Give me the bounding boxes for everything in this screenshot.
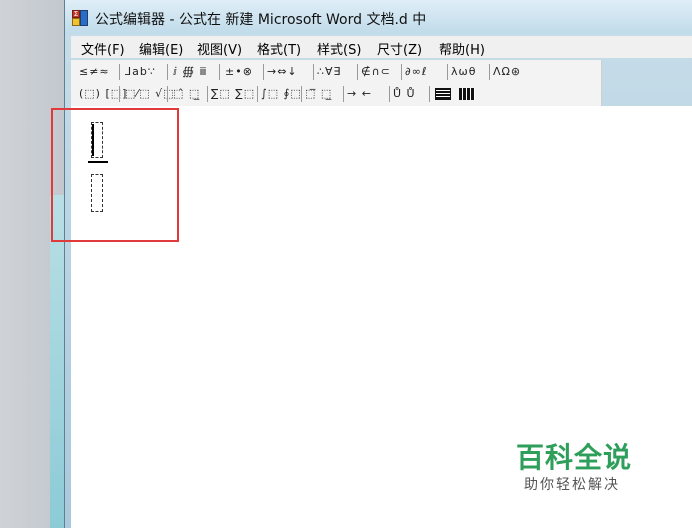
logical-symbols-button[interactable]: ∴∀∃ <box>317 63 341 81</box>
summation-templates-button[interactable]: ∑⬚ ∑⬚ <box>211 85 255 103</box>
toolbar-separator <box>119 86 120 102</box>
arrow-symbols-button[interactable]: →⇔↓ <box>267 63 298 81</box>
matrix-templates-button[interactable] <box>459 85 475 103</box>
menu-format[interactable]: 格式(T) <box>257 39 301 58</box>
toolbar-separator <box>389 86 390 102</box>
subscript-superscript-templates-button[interactable]: ⬚̂ ⬚̲ <box>173 85 200 103</box>
toolbar-separator <box>313 64 314 80</box>
set-theory-symbols-button[interactable]: ∉∩⊂ <box>361 63 391 81</box>
window-title: 公式编辑器 - 公式在 新建 Microsoft Word 文档.d 中 <box>95 12 427 28</box>
menu-size[interactable]: 尺寸(Z) <box>377 39 422 58</box>
red-highlight-box <box>51 108 179 242</box>
menu-help[interactable]: 帮助(H) <box>439 39 485 58</box>
toolbar-separator <box>219 64 220 80</box>
toolbar-separator <box>401 64 402 80</box>
watermark-subtitle: 助你轻松解决 <box>524 477 620 493</box>
integral-templates-button[interactable]: ∫⬚ ∮⬚ <box>261 85 302 103</box>
greek-uppercase-button[interactable]: ΛΩ⊛ <box>493 63 521 81</box>
equation-editor-app-icon: Σ <box>72 10 88 26</box>
menu-style[interactable]: 样式(S) <box>317 39 361 58</box>
labeled-arrow-templates-button[interactable]: → ← <box>347 85 372 103</box>
toolbar-separator <box>343 86 344 102</box>
greek-lowercase-button[interactable]: λωθ <box>451 63 476 81</box>
spaces-ellipses-button[interactable]: ⅃ab∵ <box>125 63 156 81</box>
operator-symbols-button[interactable]: ±•⊗ <box>225 63 253 81</box>
matrix-row-templates-button[interactable] <box>435 85 451 103</box>
fence-templates-button[interactable]: (⬚) [⬚] <box>79 85 127 103</box>
toolbar-separator <box>489 64 490 80</box>
relational-symbols-button[interactable]: ≤≠≈ <box>79 63 110 81</box>
embellishments-button[interactable]: ⅈ ∰ ⅲ <box>173 63 208 81</box>
misc-symbols-button[interactable]: ∂∞ℓ <box>405 63 427 81</box>
watermark-title: 百科全说 <box>516 441 633 474</box>
matrix-row-icon <box>435 88 451 100</box>
underbar-overbar-templates-button[interactable]: ⬚̅ ⬚̲ <box>305 85 332 103</box>
toolbar-separator <box>357 64 358 80</box>
toolbar-separator <box>429 86 430 102</box>
matrix-grid-icon <box>459 88 475 100</box>
desktop-window-edge <box>50 195 64 528</box>
app-icon-sigma: Σ <box>72 10 80 18</box>
app-icon-yellow <box>72 18 80 26</box>
product-set-templates-button[interactable]: Ů Ů <box>393 85 416 103</box>
equation-toolbar: ≤≠≈ ⅃ab∵ ⅈ ∰ ⅲ ±•⊗ →⇔↓ ∴∀∃ ∉∩⊂ ∂∞ℓ λωθ Λ… <box>71 60 602 106</box>
toolbar-separator <box>207 86 208 102</box>
menu-edit[interactable]: 编辑(E) <box>139 39 183 58</box>
toolbar-separator <box>119 64 120 80</box>
menu-file[interactable]: 文件(F) <box>81 39 125 58</box>
toolbar-separator <box>167 86 168 102</box>
toolbar-separator <box>167 64 168 80</box>
toolbar-separator <box>301 86 302 102</box>
menu-bar: 文件(F) 编辑(E) 视图(V) 格式(T) 样式(S) 尺寸(Z) 帮助(H… <box>71 36 692 58</box>
title-bar[interactable]: Σ 公式编辑器 - 公式在 新建 Microsoft Word 文档.d 中 <box>65 0 692 34</box>
app-icon-blue <box>80 10 88 26</box>
toolbar-separator <box>447 64 448 80</box>
desktop-background <box>0 0 64 528</box>
toolbar-separator <box>263 64 264 80</box>
toolbar-separator <box>257 86 258 102</box>
menu-view[interactable]: 视图(V) <box>197 39 242 58</box>
